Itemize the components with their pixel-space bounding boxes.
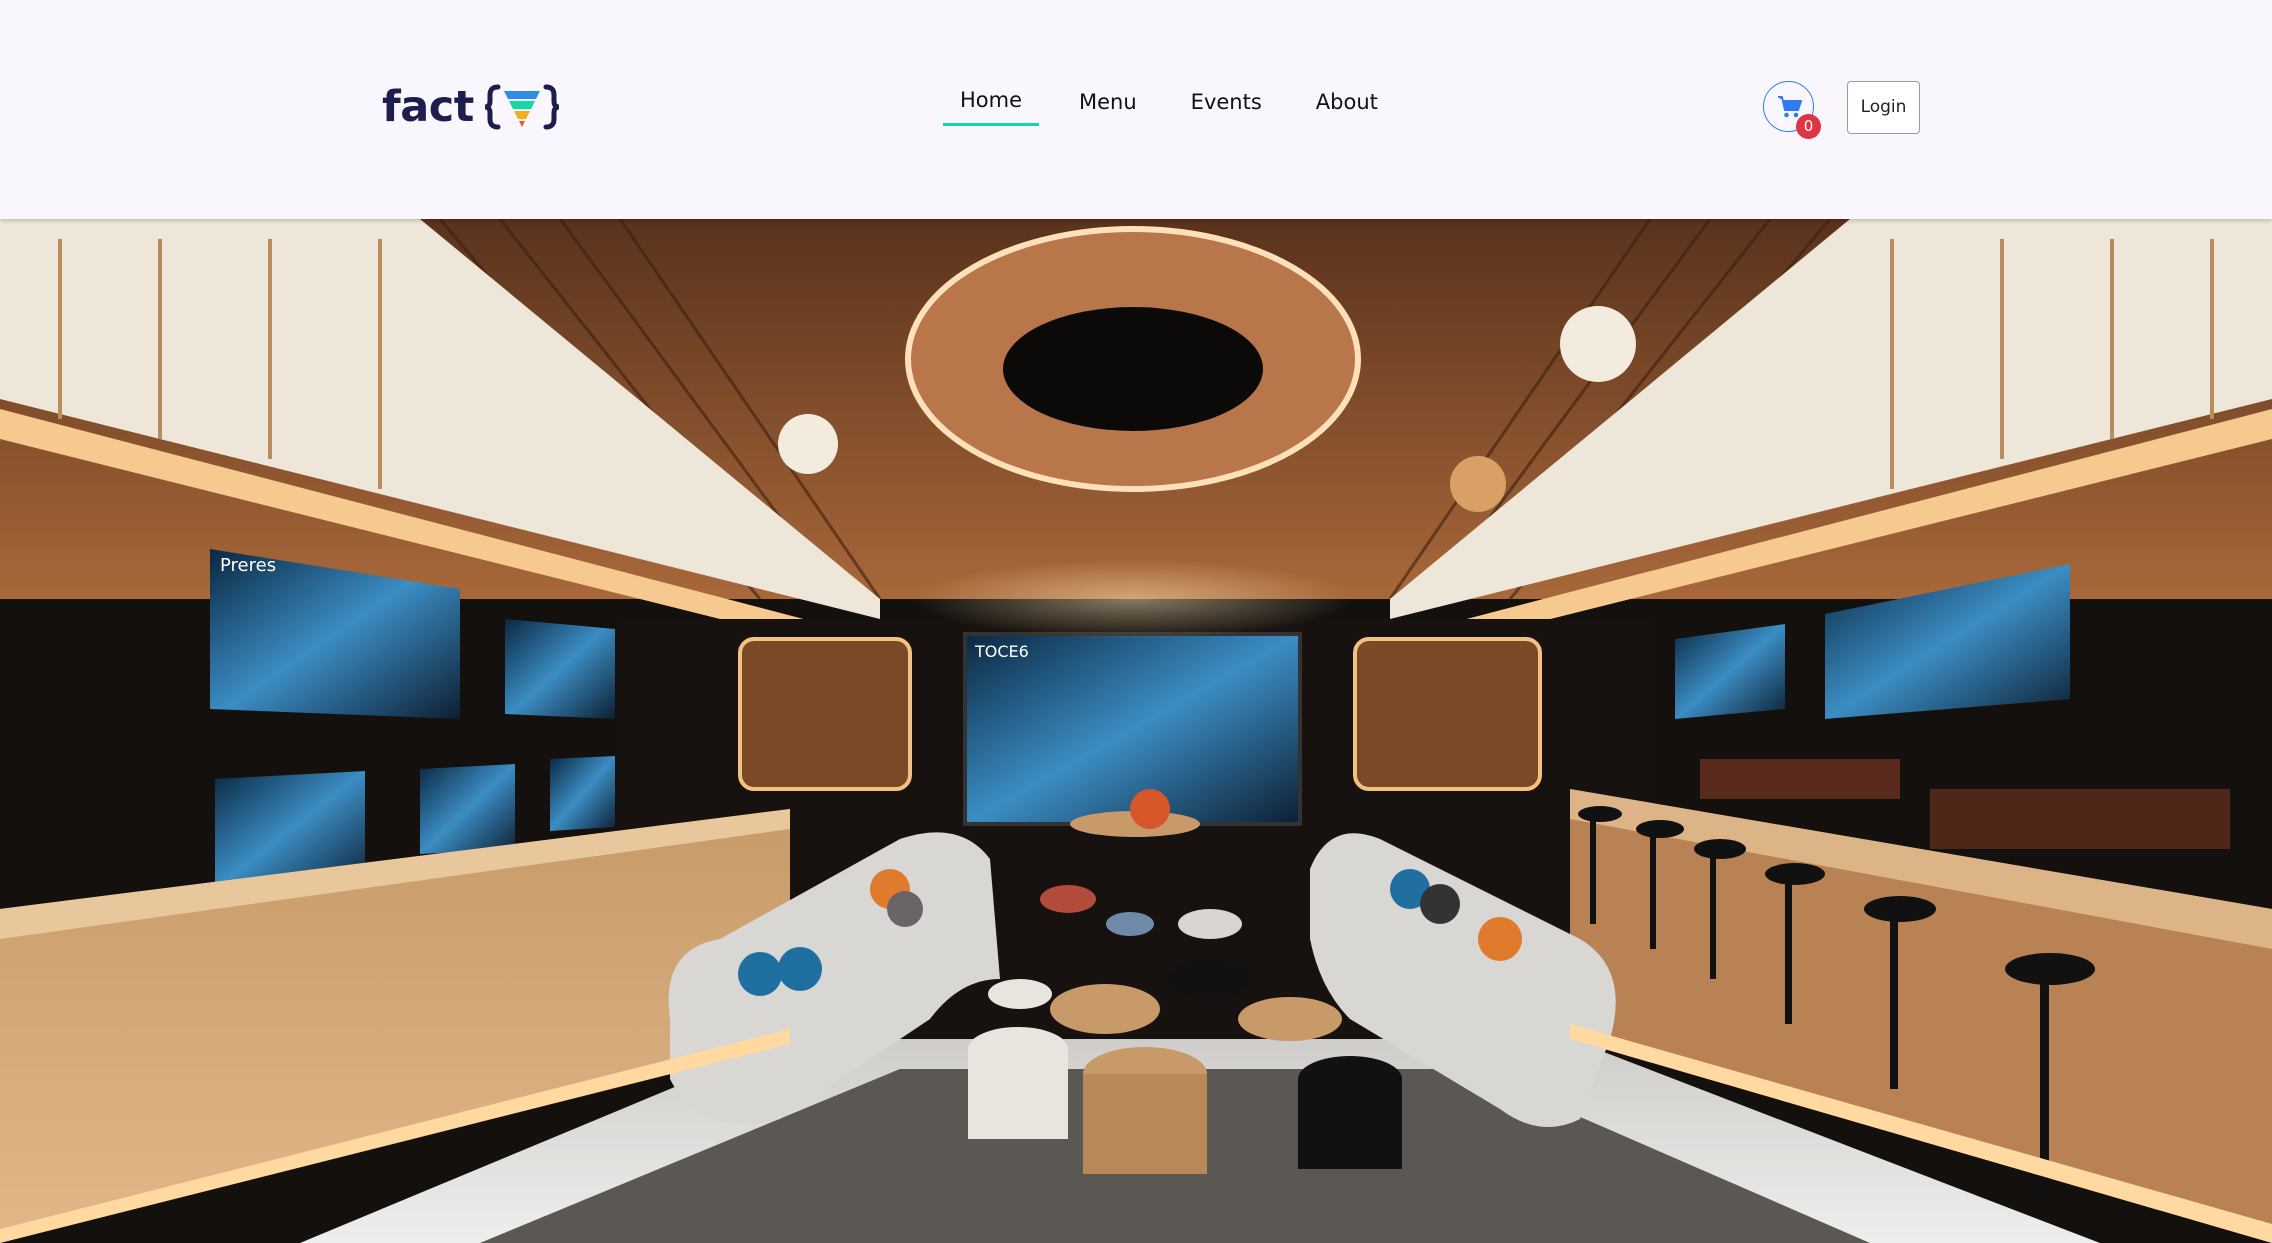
nav-events[interactable]: Events [1191,88,1262,114]
cart-icon [1778,96,1802,118]
login-button[interactable]: Login [1847,81,1920,134]
logo[interactable]: fact [382,80,560,134]
screen-text-center: TOCE6 [974,642,1029,661]
hero-image: TOCE6 Preres [0,219,2272,1243]
logo-text: fact [382,82,474,132]
lounge-interior-photo: TOCE6 Preres [0,219,2272,1243]
nav-about[interactable]: About [1316,88,1378,114]
nav-menu[interactable]: Menu [1079,88,1137,114]
screen-text-left: Preres [220,555,276,576]
cart-button[interactable]: 0 [1763,81,1821,139]
site-header: fact Home Menu Events About 0 Login [0,0,2272,219]
nav-home[interactable]: Home [943,88,1039,126]
main-nav: Home Menu Events About [943,88,1378,126]
bracket-v-mark-icon [484,84,559,130]
cart-count-badge: 0 [1796,114,1821,139]
